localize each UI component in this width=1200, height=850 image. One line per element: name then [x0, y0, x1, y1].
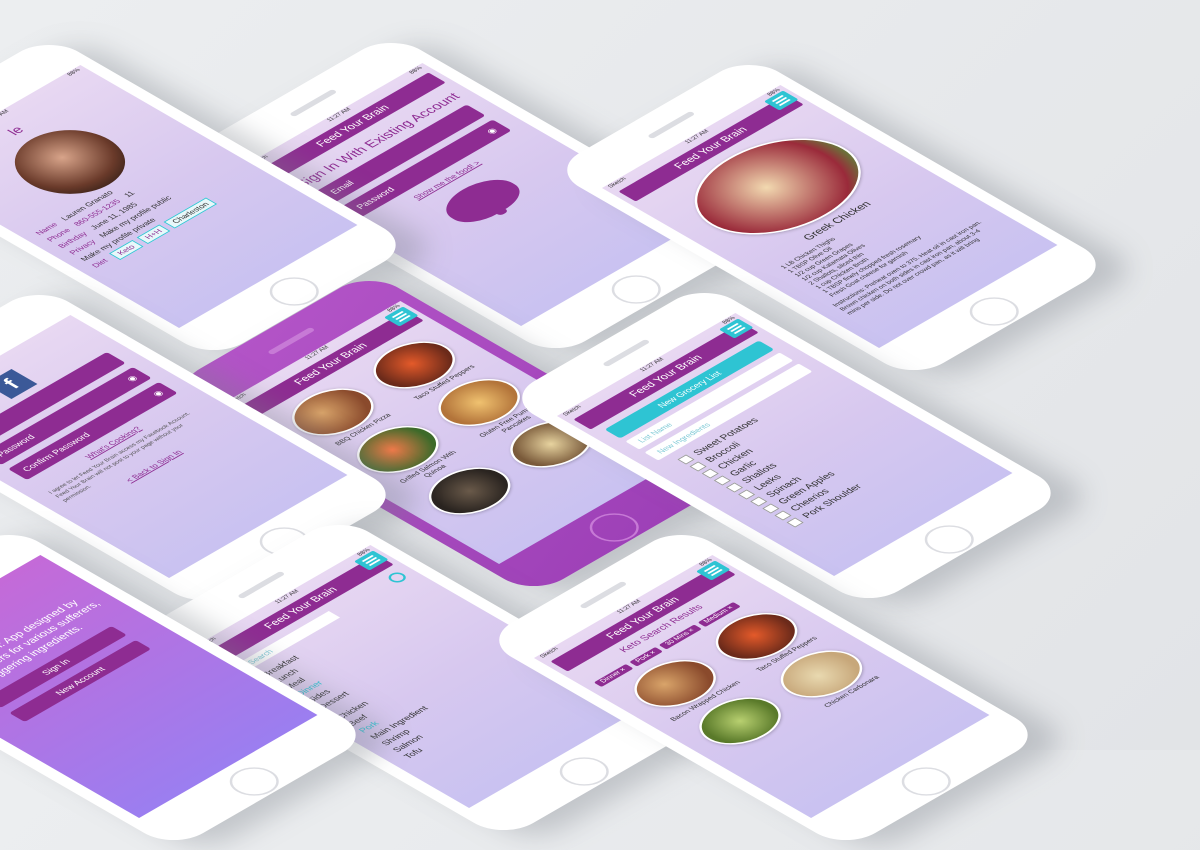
eye-icon[interactable]: ◉	[150, 389, 166, 398]
checkbox[interactable]	[786, 517, 804, 528]
eye-icon[interactable]: ◉	[484, 126, 500, 135]
email-placeholder: Email	[327, 179, 357, 196]
diet-label: Diet	[89, 257, 111, 269]
mockup-scene: Sketch 11:27 AM 88% ← Feed Your Brain Si…	[0, 0, 1200, 850]
eye-icon[interactable]: ◉	[124, 374, 140, 383]
time-label: 11:27 AM	[0, 109, 11, 124]
password-placeholder: Password	[353, 185, 397, 211]
